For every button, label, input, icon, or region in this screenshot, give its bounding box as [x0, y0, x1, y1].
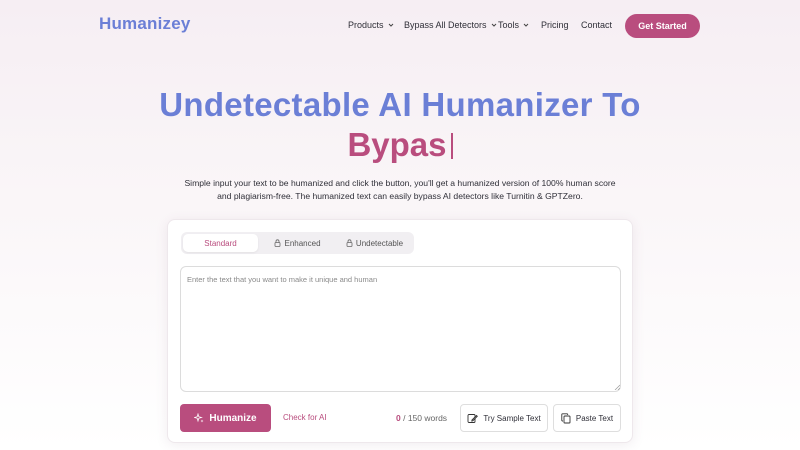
nav-pricing[interactable]: Pricing	[541, 20, 569, 30]
resize-grip-icon[interactable]	[614, 384, 620, 390]
word-counter: 0 / 150 words	[396, 413, 447, 423]
nav-bypass-label: Bypass All Detectors	[404, 20, 487, 30]
tab-enhanced[interactable]: Enhanced	[260, 234, 335, 252]
chevron-down-icon	[388, 23, 393, 27]
copy-icon	[561, 412, 571, 423]
site-header: Humanizey Products Bypass All Detectors …	[0, 0, 800, 52]
nav-tools-label: Tools	[498, 20, 520, 30]
nav-tools[interactable]: Tools	[498, 20, 530, 30]
edit-document-icon	[467, 413, 479, 423]
word-limit-text: / 150 words	[403, 413, 448, 423]
get-started-button[interactable]: Get Started	[625, 14, 700, 38]
tab-enhanced-label: Enhanced	[284, 238, 321, 248]
chevron-down-icon	[491, 23, 496, 27]
nav-contact[interactable]: Contact	[581, 20, 612, 30]
check-for-ai-link[interactable]: Check for AI	[283, 413, 327, 422]
hero-typed-line: Bypas	[0, 126, 800, 164]
word-count-value: 0	[396, 413, 401, 423]
nav-pricing-label: Pricing	[541, 20, 569, 30]
paste-text-label: Paste Text	[575, 413, 614, 423]
nav-bypass-detectors[interactable]: Bypass All Detectors	[404, 20, 498, 30]
tab-standard[interactable]: Standard	[183, 234, 258, 252]
humanizer-card: Standard Enhanced Undetectable Humanize …	[167, 219, 633, 443]
humanize-label: Humanize	[209, 412, 257, 424]
try-sample-label: Try Sample Text	[483, 413, 541, 423]
tab-undetectable-label: Undetectable	[355, 238, 404, 248]
nav-products[interactable]: Products	[348, 20, 395, 30]
try-sample-text-button[interactable]: Try Sample Text	[460, 404, 548, 432]
input-textarea[interactable]	[180, 266, 621, 392]
humanize-button[interactable]: Humanize	[180, 404, 271, 432]
mode-tabs: Standard Enhanced Undetectable	[181, 232, 414, 254]
hero-typed-text: Bypas	[347, 126, 447, 163]
nav-products-label: Products	[348, 20, 384, 30]
tab-standard-label: Standard	[204, 238, 237, 248]
lock-icon	[346, 239, 353, 247]
paste-text-button[interactable]: Paste Text	[553, 404, 621, 432]
lock-icon	[275, 239, 281, 247]
hero-title: Undetectable AI Humanizer To	[159, 86, 641, 123]
hero-description: Simple input your text to be humanized a…	[184, 178, 616, 201]
nav-contact-label: Contact	[581, 20, 613, 30]
chevron-down-icon	[523, 23, 529, 27]
tab-undetectable[interactable]: Undetectable	[337, 234, 412, 252]
sparkle-icon	[194, 413, 204, 423]
typing-caret	[450, 133, 453, 159]
